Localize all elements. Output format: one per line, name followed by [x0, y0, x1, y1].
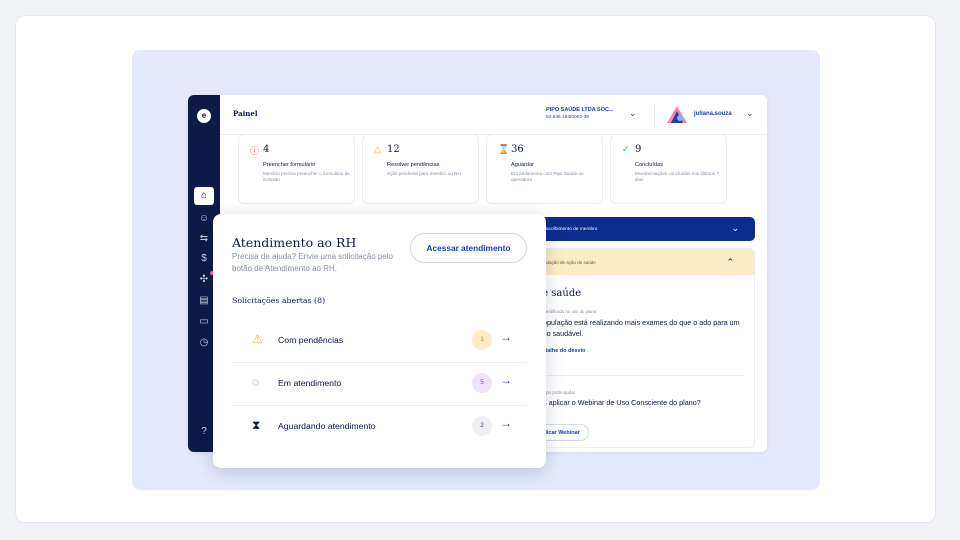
card-completed[interactable]: ✓ 9 Concluídas Movimentações concluídas … — [610, 134, 727, 204]
alert-circle-icon: ⓘ — [250, 146, 260, 156]
popup-title: Atendimento ao RH — [232, 235, 357, 250]
warning-icon: △ — [374, 144, 381, 154]
chevron-up-icon[interactable]: ⌃ — [726, 257, 734, 268]
card-title: Resolver pendências — [387, 162, 440, 168]
card-description: Ação pendente para membro ou RH — [387, 171, 461, 176]
popup-subtitle: Precisa de ajuda? Envie uma solicitação … — [232, 252, 393, 273]
puzzle-icon[interactable]: ✣ — [197, 273, 211, 287]
divider — [654, 103, 655, 127]
panel-header-text: ndação de ação de saúde — [544, 260, 596, 265]
chevron-down-icon[interactable]: ⌄ — [746, 108, 754, 119]
card-count: 9 — [635, 144, 642, 155]
hr-support-popup: Atendimento ao RH Precisa de ajuda? Envi… — [213, 214, 546, 468]
clock-icon[interactable]: ◷ — [197, 336, 211, 350]
member-welcome-banner[interactable]: r acolhimento de membro ⌄ — [528, 217, 755, 241]
dollar-icon[interactable]: $ — [197, 252, 211, 266]
chevron-down-icon[interactable]: ⌄ — [629, 108, 637, 119]
document-icon[interactable]: ▤ — [197, 294, 211, 308]
identified-label: o identificado no uso do plano — [539, 309, 597, 314]
company-selector[interactable]: PIPO SAÚDE LTDA SOC... 53.845.193/0002-3… — [546, 107, 614, 121]
card-title: Preencher formulário — [263, 162, 316, 168]
logo-icon[interactable]: e — [197, 109, 211, 123]
wallet-icon[interactable]: ▭ — [197, 315, 211, 329]
avatar[interactable] — [666, 104, 688, 126]
panel-header[interactable]: ndação de ação de saúde ⌃ — [529, 249, 754, 275]
smile-icon[interactable]: ☺ — [197, 212, 211, 226]
panel-question: os aplicar o Webinar de Uso Consciente d… — [539, 398, 701, 407]
top-bar: Painel PIPO SAÚDE LTDA SOC... 53.845.193… — [220, 95, 767, 135]
chat-icon: ◌ — [252, 375, 260, 389]
health-recommendation-panel: ndação de ação de saúde ⌃ le saúde o ide… — [528, 248, 755, 448]
count-badge: 1 — [472, 330, 492, 350]
help-icon[interactable]: ? — [197, 425, 211, 439]
card-fill-form[interactable]: ⓘ 4 Preencher formulário Membro precisa … — [238, 134, 355, 204]
chevron-down-icon[interactable]: ⌄ — [731, 223, 739, 234]
row-label: Aguardando atendimento — [278, 421, 376, 431]
count-badge: 5 — [472, 373, 492, 393]
divider — [529, 375, 744, 376]
arrow-right-icon[interactable]: → — [500, 416, 512, 430]
request-row-waiting[interactable]: ⧗ Aguardando atendimento 2 → — [232, 405, 527, 448]
count-badge: 2 — [472, 416, 492, 436]
hourglass-icon: ⌛ — [498, 144, 510, 154]
page-title: Painel — [233, 109, 258, 118]
card-count: 4 — [263, 144, 270, 155]
card-description: Movimentações concluídas nos últimos 7 d… — [635, 171, 719, 182]
card-title: Aguardar — [511, 162, 535, 168]
card-title: Concluídas — [635, 162, 663, 168]
card-resolve-pending[interactable]: △ 12 Resolver pendências Ação pendente p… — [362, 134, 479, 204]
arrow-right-icon[interactable]: → — [500, 373, 512, 387]
access-support-button[interactable]: Acessar atendimento — [410, 233, 527, 263]
hourglass-icon: ⧗ — [252, 418, 261, 432]
company-cnpj: 53.845.193/0002-38 — [546, 115, 589, 120]
card-description: Membro precisa preencher o formulário de… — [263, 171, 350, 182]
arrow-right-icon[interactable]: → — [500, 330, 512, 344]
row-label: Com pendências — [278, 335, 344, 345]
banner-text: r acolhimento de membro — [543, 227, 598, 232]
panel-body: população está realizando mais exames do… — [539, 318, 740, 338]
username[interactable]: juliana.souza — [694, 111, 732, 117]
company-name: PIPO SAÚDE LTDA SOC... — [546, 107, 614, 113]
row-label: Em atendimento — [278, 378, 342, 388]
card-count: 36 — [511, 144, 524, 155]
home-icon[interactable]: ⌂ — [194, 187, 214, 205]
warning-icon: ⚠ — [252, 332, 263, 346]
request-row-pending[interactable]: ⚠ Com pendências 1 → — [232, 319, 527, 362]
card-waiting[interactable]: ⌛ 36 Aguardar Em andamento com Pipo Saúd… — [486, 134, 603, 204]
card-count: 12 — [387, 144, 400, 155]
card-description: Em andamento com Pipo Saúde ou operadora — [511, 171, 584, 182]
transfer-icon[interactable]: ⇆ — [197, 232, 211, 246]
check-icon: ✓ — [622, 144, 630, 154]
open-requests-title: Solicitações abertas (8) — [232, 296, 326, 305]
request-row-in-progress[interactable]: ◌ Em atendimento 5 → — [232, 362, 527, 405]
